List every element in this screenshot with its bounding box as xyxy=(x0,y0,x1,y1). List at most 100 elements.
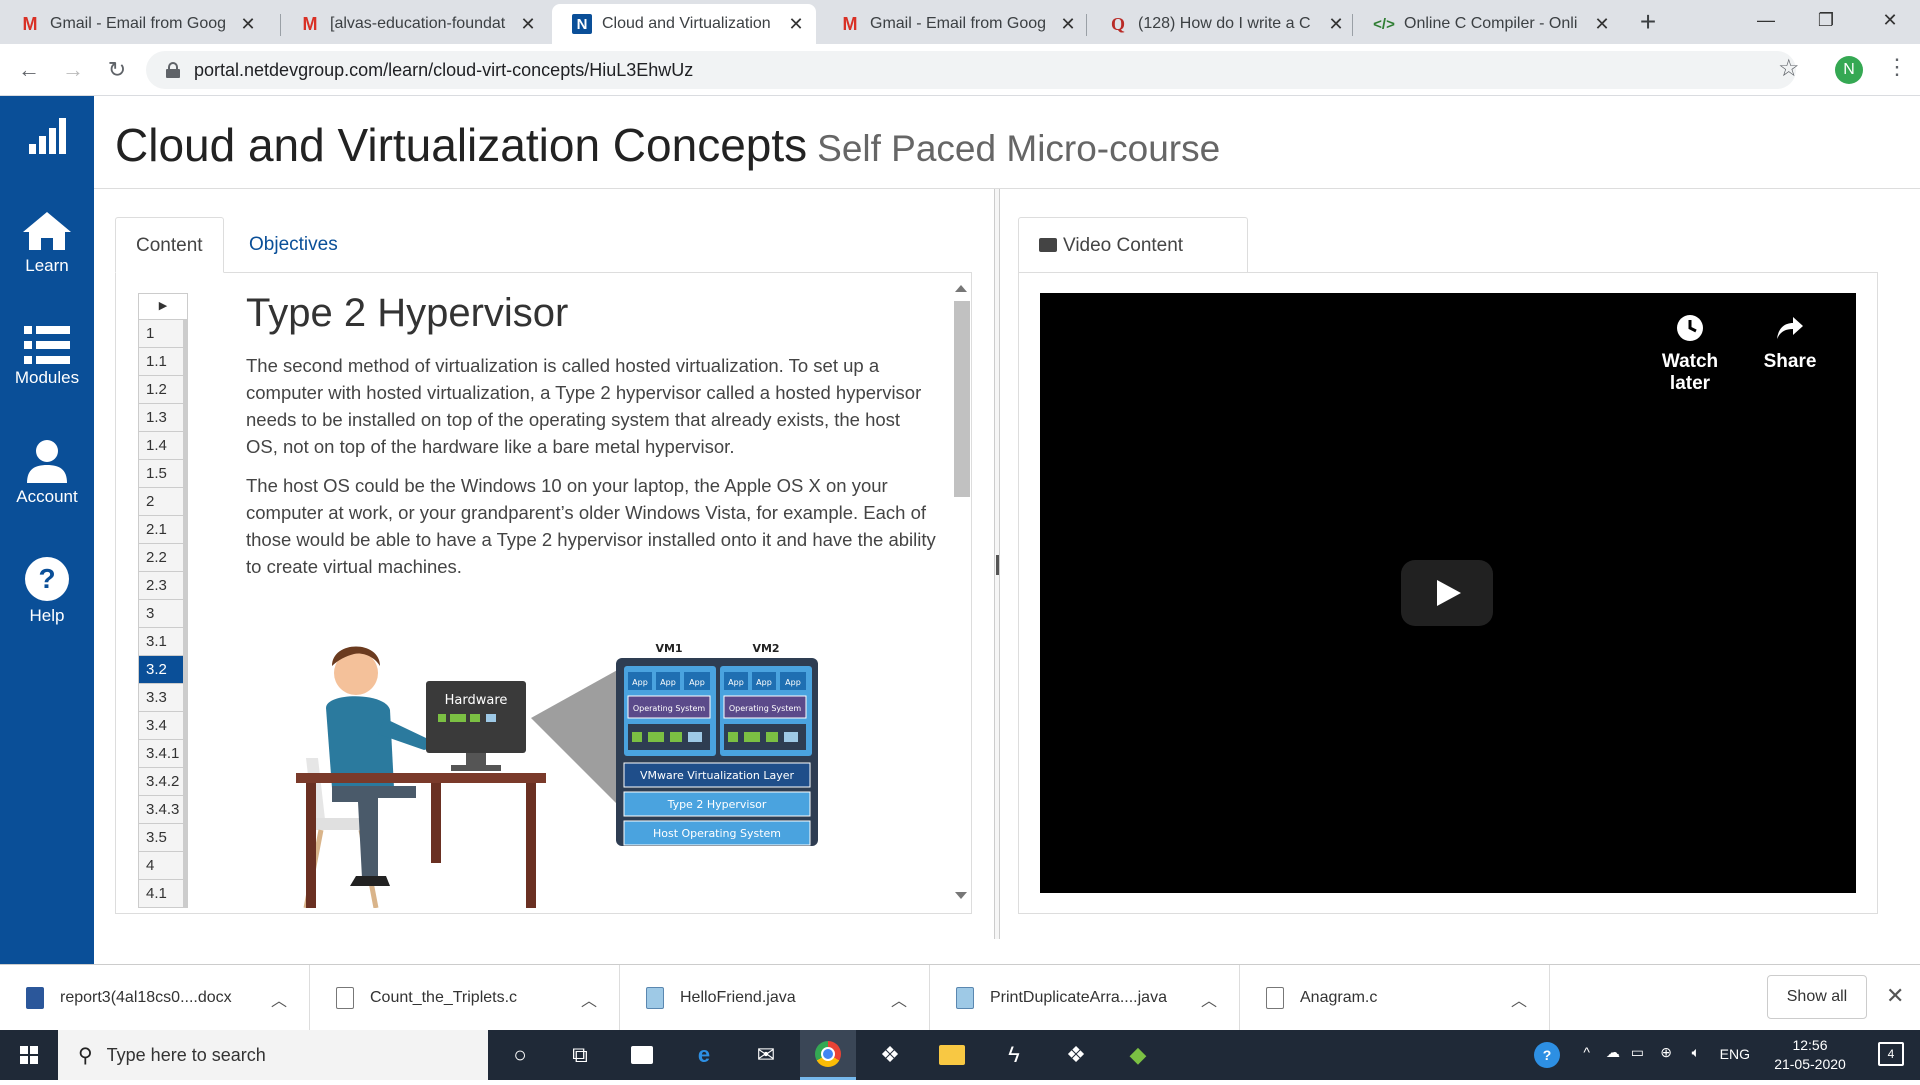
restore-button[interactable]: ❐ xyxy=(1796,0,1856,40)
sidebar-item-account[interactable]: Account xyxy=(0,439,94,507)
sidebar-item-learn[interactable]: Learn xyxy=(0,210,94,276)
sidebar-logo[interactable] xyxy=(0,118,94,158)
close-icon[interactable]: ✕ xyxy=(1326,14,1346,35)
close-icon[interactable]: ✕ xyxy=(238,14,258,35)
download-item[interactable]: HelloFriend.java ︿ xyxy=(620,965,930,1031)
close-icon[interactable]: ✕ xyxy=(1592,14,1612,35)
mail-icon[interactable]: ✉ xyxy=(738,1030,794,1080)
lightning-app-icon[interactable]: ϟ xyxy=(986,1030,1042,1080)
chevron-up-icon[interactable]: ^ xyxy=(1583,1044,1590,1060)
tab-objectives[interactable]: Objectives xyxy=(229,217,358,273)
toc-item[interactable]: 3.4.1 xyxy=(138,740,188,768)
toc-item[interactable]: 3 xyxy=(138,600,188,628)
browser-tab-active[interactable]: N Cloud and Virtualization ✕ xyxy=(552,4,816,44)
chevron-up-icon[interactable]: ︿ xyxy=(581,987,597,1011)
edge-icon[interactable]: e xyxy=(676,1030,732,1080)
taskbar-search-box[interactable]: ⚲ Type here to search xyxy=(58,1030,488,1080)
browser-menu-icon[interactable]: ⋮ xyxy=(1886,54,1908,80)
share-button[interactable]: Share xyxy=(1750,313,1830,373)
toc-item[interactable]: 2.1 xyxy=(138,516,188,544)
url-field[interactable]: portal.netdevgroup.com/learn/cloud-virt-… xyxy=(146,51,1796,89)
cortana-icon[interactable]: ○ xyxy=(492,1030,548,1080)
cloud-icon[interactable]: ☁ xyxy=(1606,1044,1620,1061)
scroll-up-icon[interactable] xyxy=(955,285,967,292)
close-icon[interactable]: ✕ xyxy=(1886,983,1904,1009)
git-icon[interactable]: ◆ xyxy=(1110,1030,1166,1080)
watch-later-label: Watch later xyxy=(1661,351,1719,394)
help-tray-icon[interactable]: ? xyxy=(1534,1042,1560,1068)
dropbox-icon[interactable]: ❖ xyxy=(1048,1030,1104,1080)
toc-item[interactable]: 1.2 xyxy=(138,376,188,404)
resizer-grip[interactable] xyxy=(996,555,999,575)
video-icon xyxy=(1039,238,1057,252)
download-item[interactable]: PrintDuplicateArra....java ︿ xyxy=(930,965,1240,1031)
new-tab-button[interactable]: + xyxy=(1636,6,1660,38)
file-explorer-icon[interactable] xyxy=(924,1030,980,1080)
toc-item[interactable]: 1.4 xyxy=(138,432,188,460)
toc-item[interactable]: 3.1 xyxy=(138,628,188,656)
notification-icon[interactable]: 4 xyxy=(1878,1042,1904,1066)
tab-video-content[interactable]: Video Content xyxy=(1018,217,1248,273)
toc-item[interactable]: 3.4.2 xyxy=(138,768,188,796)
toc-item[interactable]: 3.5 xyxy=(138,824,188,852)
toc-item[interactable]: 3.3 xyxy=(138,684,188,712)
toc-item[interactable]: 1.3 xyxy=(138,404,188,432)
bookmark-star-icon[interactable]: ☆ xyxy=(1778,54,1800,83)
layer-label: Type 2 Hypervisor xyxy=(667,798,767,811)
toc-item[interactable]: 4.1 xyxy=(138,880,188,908)
chevron-up-icon[interactable]: ︿ xyxy=(891,987,907,1011)
download-item[interactable]: Count_the_Triplets.c ︿ xyxy=(310,965,620,1031)
sidebar-item-help[interactable]: ? Help xyxy=(0,556,94,626)
toc-item[interactable]: 2.3 xyxy=(138,572,188,600)
sidebar-item-modules[interactable]: Modules xyxy=(0,326,94,388)
language-indicator[interactable]: ENG xyxy=(1720,1046,1750,1062)
chevron-up-icon[interactable]: ︿ xyxy=(271,987,287,1011)
toc-item[interactable]: 3.2 xyxy=(138,656,188,684)
close-icon[interactable]: ✕ xyxy=(518,14,538,35)
clock[interactable]: 12:56 21-05-2020 xyxy=(1770,1036,1850,1074)
browser-tab[interactable]: </> Online C Compiler - Onli ✕ xyxy=(1354,4,1622,44)
forward-arrow-icon[interactable]: → xyxy=(58,56,88,84)
store-icon[interactable] xyxy=(614,1030,670,1080)
tab-content[interactable]: Content xyxy=(115,217,224,273)
browser-tab[interactable]: Q (128) How do I write a C ✕ xyxy=(1088,4,1356,44)
chevron-up-icon[interactable]: ︿ xyxy=(1511,987,1527,1011)
windows-start-button[interactable] xyxy=(0,1030,58,1080)
video-player[interactable]: Watch later Share xyxy=(1040,293,1856,893)
toc-item[interactable]: 2.2 xyxy=(138,544,188,572)
show-all-button[interactable]: Show all xyxy=(1767,975,1867,1019)
network-icon[interactable]: ⊕ xyxy=(1660,1044,1672,1061)
close-icon[interactable]: ✕ xyxy=(1058,14,1078,35)
volume-icon[interactable]: 🔈︎ xyxy=(1692,1044,1700,1061)
content-scrollbar[interactable] xyxy=(951,277,971,907)
scroll-down-icon[interactable] xyxy=(955,892,967,899)
toc-item[interactable]: 4 xyxy=(138,852,188,880)
browser-tab[interactable]: M Gmail - Email from Goog ✕ xyxy=(0,4,268,44)
watch-later-button[interactable]: Watch later xyxy=(1640,313,1740,395)
toc-item[interactable]: 3.4 xyxy=(138,712,188,740)
window-close-button[interactable]: ✕ xyxy=(1860,0,1920,40)
profile-avatar[interactable]: N xyxy=(1835,56,1863,84)
scroll-thumb[interactable] xyxy=(954,301,970,497)
toc-item[interactable]: 1 xyxy=(138,320,188,348)
browser-tab[interactable]: M [alvas-education-foundat ✕ xyxy=(280,4,548,44)
chrome-icon[interactable] xyxy=(800,1030,856,1080)
toc-item[interactable]: 2 xyxy=(138,488,188,516)
back-arrow-icon[interactable]: ← xyxy=(14,56,44,84)
close-icon[interactable]: ✕ xyxy=(786,14,806,35)
reload-icon[interactable]: ↻ xyxy=(102,56,132,84)
toc-expand-icon[interactable]: ▶ xyxy=(138,293,188,320)
toc-item[interactable]: 1.1 xyxy=(138,348,188,376)
toc-item[interactable]: 1.5 xyxy=(138,460,188,488)
app-label: App xyxy=(728,678,744,687)
task-view-icon[interactable]: ⧉ xyxy=(552,1030,608,1080)
app-icon[interactable]: ❖ xyxy=(862,1030,918,1080)
browser-tab[interactable]: M Gmail - Email from Goog ✕ xyxy=(820,4,1088,44)
play-button[interactable] xyxy=(1401,560,1493,626)
minimize-button[interactable]: — xyxy=(1736,0,1796,40)
download-item[interactable]: report3(4al18cs0....docx ︿ xyxy=(0,965,310,1031)
download-item[interactable]: Anagram.c ︿ xyxy=(1240,965,1550,1031)
battery-icon[interactable]: ▭ xyxy=(1631,1044,1644,1061)
toc-item[interactable]: 3.4.3 xyxy=(138,796,188,824)
chevron-up-icon[interactable]: ︿ xyxy=(1201,987,1217,1011)
